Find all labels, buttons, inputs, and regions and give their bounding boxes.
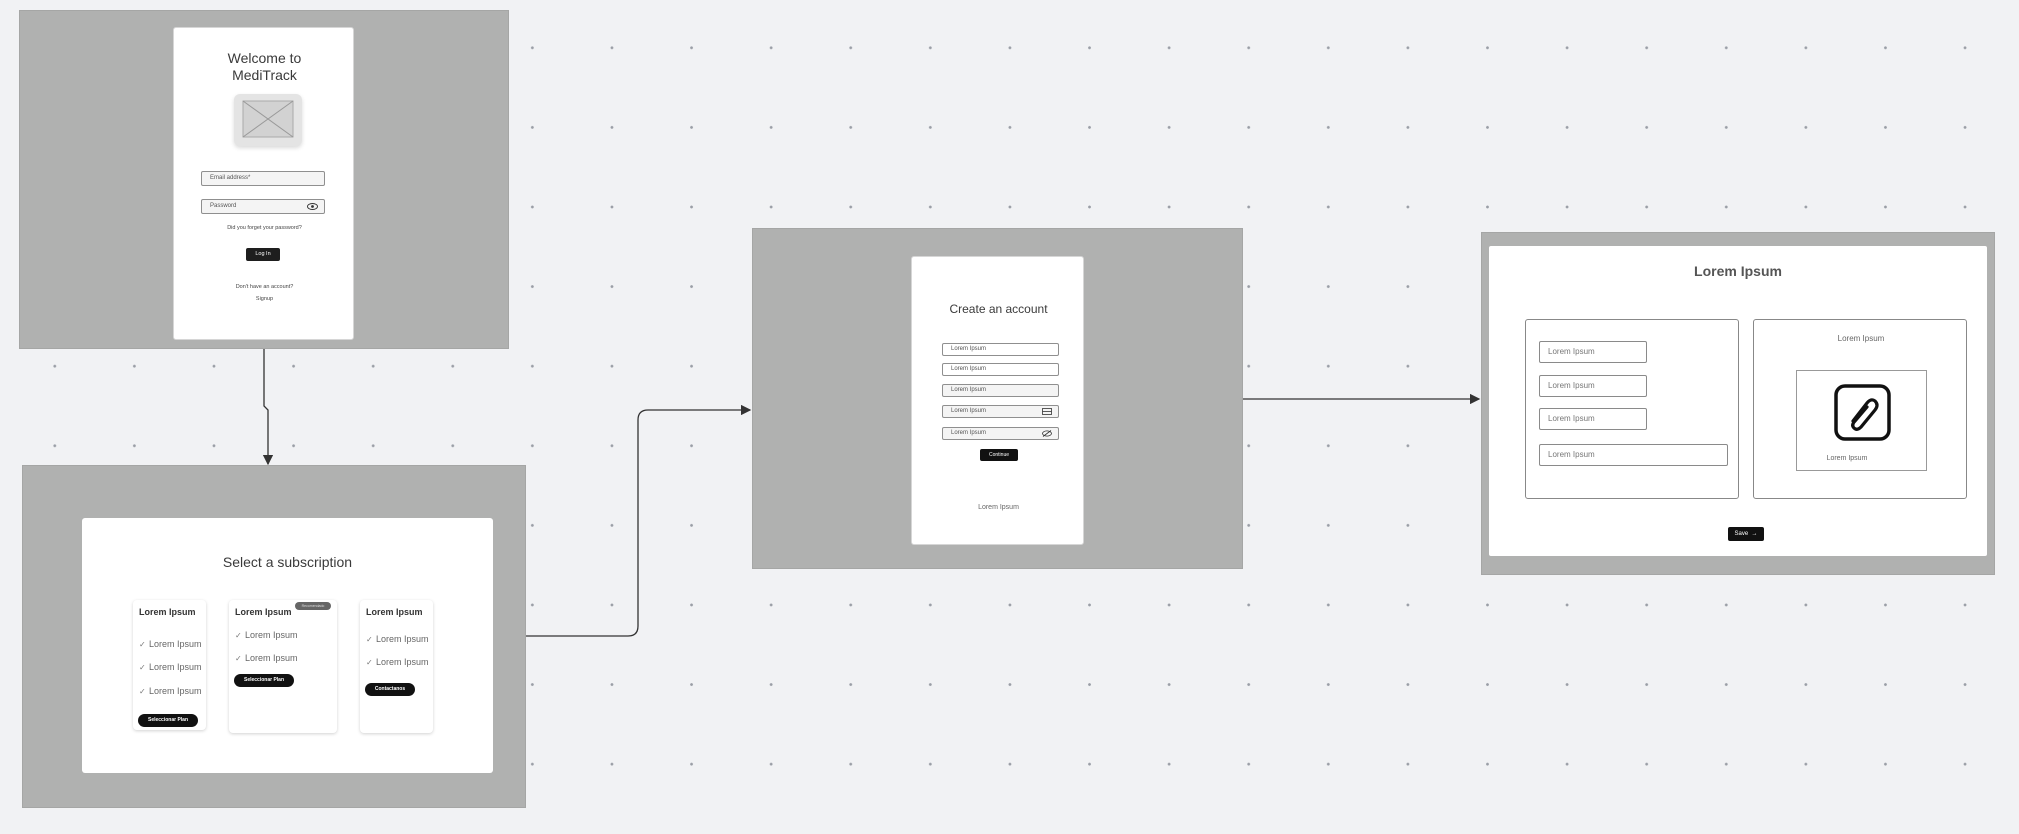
account-field-placeholder: Lorem Ipsum (951, 408, 987, 414)
details-form-panel: Lorem Ipsum Lorem Ipsum Lorem Ipsum Lore… (1525, 319, 1739, 499)
upload-dropzone[interactable]: Lorem Ipsum (1796, 370, 1927, 471)
plan-feature: ✓ Lorem Ipsum (235, 653, 298, 663)
plan-title: Lorem Ipsum (235, 607, 292, 617)
details-field[interactable]: Lorem Ipsum (1539, 408, 1647, 430)
check-icon: ✓ (139, 640, 146, 649)
paperclip-icon (1834, 384, 1891, 441)
details-title: Lorem Ipsum (1694, 263, 1782, 279)
save-button[interactable]: Save → (1728, 527, 1764, 541)
check-icon: ✓ (139, 687, 146, 696)
account-confirm-password-field[interactable]: Lorem Ipsum (942, 427, 1059, 440)
details-field[interactable]: Lorem Ipsum (1539, 341, 1647, 363)
image-placeholder-icon (234, 94, 302, 146)
plan-card-enterprise: Lorem Ipsum ✓ Lorem Ipsum ✓ Lorem Ipsum Co… (360, 600, 433, 733)
plan-feature: ✓ Lorem Ipsum (139, 639, 202, 649)
recommended-badge: Recomendado (295, 602, 331, 610)
create-account-title: Create an account (949, 302, 1048, 316)
details-card: Lorem Ipsum Lorem Ipsum Lorem Ipsum Lore… (1489, 246, 1987, 556)
select-plan-button[interactable]: Seleccionar Plan (234, 674, 294, 687)
details-upload-panel: Lorem Ipsum Lorem Ipsum (1753, 319, 1967, 499)
login-title-line1: Welcome to (227, 50, 302, 66)
signup-link[interactable]: Signup (174, 296, 355, 302)
plan-card-recommended: Lorem Ipsum Recomendado ✓ Lorem Ipsum ✓ Lo… (229, 600, 337, 733)
password-placeholder: Password (210, 203, 237, 209)
contact-us-button[interactable]: Contactanos (365, 683, 415, 696)
plan-feature: ✓ Lorem Ipsum (139, 686, 202, 696)
plan-feature: ✓ Lorem Ipsum (139, 662, 202, 672)
create-account-footer[interactable]: Lorem Ipsum (912, 504, 1085, 511)
subscription-card: Select a subscription Lorem Ipsum ✓ Lorem… (82, 518, 493, 773)
check-icon: ✓ (366, 658, 373, 667)
continue-button[interactable]: Continue (980, 449, 1018, 461)
connector-subscription-to-account (526, 404, 752, 637)
check-icon: ✓ (235, 631, 242, 640)
check-icon: ✓ (139, 663, 146, 672)
arrow-right-icon: → (1749, 531, 1758, 537)
login-title-line2: MediTrack (232, 67, 297, 83)
upload-caption: Lorem Ipsum (1826, 455, 1868, 462)
no-account-text: Don't have an account? (235, 284, 294, 290)
plan-feature: ✓ Lorem Ipsum (366, 657, 429, 667)
login-button[interactable]: Log In (246, 248, 280, 261)
subscription-title: Select a subscription (222, 554, 353, 570)
plan-card-basic: Lorem Ipsum ✓ Lorem Ipsum ✓ Lorem Ipsum ✓ L… (133, 600, 206, 730)
check-icon: ✓ (366, 635, 373, 644)
eye-closed-icon[interactable] (1042, 408, 1052, 415)
account-field[interactable]: Lorem Ipsum (942, 343, 1059, 356)
forgot-password-link[interactable]: Did you forget your password? (174, 225, 355, 231)
account-field[interactable]: Lorem Ipsum (942, 363, 1059, 376)
details-field-wide[interactable]: Lorem Ipsum (1539, 444, 1728, 466)
eye-closed-icon[interactable] (1042, 430, 1052, 437)
plan-feature: ✓ Lorem Ipsum (235, 630, 298, 640)
details-field[interactable]: Lorem Ipsum (1539, 375, 1647, 397)
account-password-field[interactable]: Lorem Ipsum (942, 405, 1059, 418)
plan-title: Lorem Ipsum (139, 607, 196, 617)
account-field-placeholder: Lorem Ipsum (951, 430, 987, 436)
login-card: Welcome to MediTrack Email address* Pass… (173, 27, 354, 340)
save-label: Save (1734, 531, 1749, 537)
plan-feature: ✓ Lorem Ipsum (366, 634, 429, 644)
email-field[interactable]: Email address* (201, 171, 325, 186)
plan-title: Lorem Ipsum (366, 607, 423, 617)
select-plan-button[interactable]: Seleccionar Plan (138, 714, 198, 727)
connector-login-to-subscription (262, 349, 274, 466)
eye-icon[interactable] (307, 203, 318, 210)
upload-panel-label: Lorem Ipsum (1837, 334, 1885, 343)
check-icon: ✓ (235, 654, 242, 663)
password-field[interactable]: Password (201, 199, 325, 214)
account-field[interactable]: Lorem Ipsum (942, 384, 1059, 397)
create-account-card: Create an account Lorem Ipsum Lorem Ipsu… (911, 256, 1084, 545)
